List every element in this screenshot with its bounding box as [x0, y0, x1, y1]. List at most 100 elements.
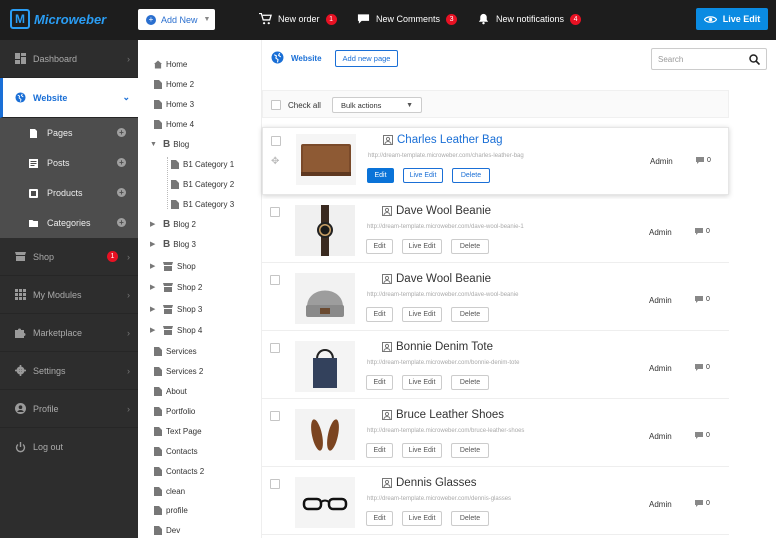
- live-edit-row-button[interactable]: Live Edit: [402, 443, 442, 458]
- row-checkbox[interactable]: [270, 479, 280, 489]
- live-edit-row-button[interactable]: Live Edit: [402, 375, 442, 390]
- caret-right-icon[interactable]: ▶: [150, 326, 158, 334]
- tree-item[interactable]: Home 2: [154, 77, 194, 91]
- new-order-link[interactable]: New order 1: [259, 13, 337, 25]
- tree-item[interactable]: B1 Category 1: [171, 157, 234, 171]
- caret-right-icon[interactable]: ▶: [150, 240, 158, 248]
- tree-item[interactable]: Home 3: [154, 97, 194, 111]
- comment-count[interactable]: 0: [695, 296, 710, 303]
- row-checkbox[interactable]: [270, 411, 280, 421]
- product-row[interactable]: ✥ Charles Leather Bag http://dream-templat…: [262, 127, 729, 195]
- live-edit-row-button[interactable]: Live Edit: [402, 239, 442, 254]
- caret-right-icon[interactable]: ▶: [150, 305, 158, 313]
- caret-down-icon[interactable]: ▼: [150, 141, 158, 148]
- tree-item[interactable]: profile: [154, 503, 188, 517]
- tree-item[interactable]: ▶ Shop 2: [150, 280, 202, 294]
- add-new-page-button[interactable]: Add new page: [335, 50, 398, 67]
- sidebar-subitem-pages[interactable]: Pages +: [0, 118, 138, 148]
- tree-item[interactable]: Contacts 2: [154, 464, 204, 478]
- row-checkbox[interactable]: [270, 275, 280, 285]
- row-checkbox[interactable]: [270, 343, 280, 353]
- delete-button[interactable]: Delete: [451, 239, 489, 254]
- check-all-checkbox[interactable]: [271, 100, 281, 110]
- product-title[interactable]: Dave Wool Beanie: [382, 273, 491, 285]
- product-title[interactable]: Bruce Leather Shoes: [382, 409, 504, 421]
- product-row[interactable]: Bonnie Denim Tote http://dream-template.m…: [262, 335, 729, 399]
- product-title[interactable]: Bonnie Denim Tote: [382, 341, 493, 353]
- new-comments-link[interactable]: New Comments 3: [357, 13, 458, 25]
- row-checkbox[interactable]: [271, 136, 281, 146]
- comment-count[interactable]: 0: [695, 500, 710, 507]
- tree-item[interactable]: ▶ Shop 4: [150, 323, 202, 337]
- comment-count[interactable]: 0: [695, 228, 710, 235]
- caret-right-icon[interactable]: ▶: [150, 283, 158, 291]
- product-image[interactable]: [295, 205, 355, 256]
- add-category-icon[interactable]: +: [117, 218, 126, 227]
- delete-button[interactable]: Delete: [451, 443, 489, 458]
- sidebar-item-dashboard[interactable]: Dashboard ›: [0, 40, 138, 78]
- tree-item[interactable]: Services: [154, 344, 197, 358]
- logo[interactable]: M Microweber: [10, 9, 106, 29]
- sidebar-item-website[interactable]: Website ⌄: [0, 78, 138, 118]
- tree-item[interactable]: ▶ Shop 3: [150, 302, 202, 316]
- tree-item[interactable]: ▶ B Blog 3: [150, 237, 196, 251]
- delete-button[interactable]: Delete: [451, 307, 489, 322]
- product-row[interactable]: Dennis Glasses http://dream-template.micr…: [262, 471, 729, 535]
- product-row[interactable]: Dave Wool Beanie http://dream-template.mi…: [262, 199, 729, 263]
- edit-button[interactable]: Edit: [367, 168, 394, 183]
- tree-item[interactable]: Dev: [154, 523, 180, 537]
- tree-item[interactable]: Home: [154, 57, 187, 71]
- delete-button[interactable]: Delete: [451, 375, 489, 390]
- tree-item[interactable]: Contacts: [154, 444, 198, 458]
- product-title[interactable]: Dennis Glasses: [382, 477, 477, 489]
- comment-count[interactable]: 0: [695, 432, 710, 439]
- edit-button[interactable]: Edit: [366, 307, 393, 322]
- tree-item[interactable]: B1 Category 3: [171, 197, 234, 211]
- product-image[interactable]: [295, 477, 355, 528]
- sidebar-item-logout[interactable]: Log out: [0, 428, 138, 466]
- edit-button[interactable]: Edit: [366, 511, 393, 526]
- sidebar-item-profile[interactable]: Profile ›: [0, 390, 138, 428]
- delete-button[interactable]: Delete: [452, 168, 490, 183]
- product-title[interactable]: Dave Wool Beanie: [382, 205, 491, 217]
- tree-item[interactable]: clean: [154, 484, 185, 498]
- tree-item[interactable]: Services 2: [154, 364, 203, 378]
- sidebar-item-shop[interactable]: Shop 1 ›: [0, 238, 138, 276]
- sidebar-item-my-modules[interactable]: My Modules ›: [0, 276, 138, 314]
- product-image[interactable]: [295, 341, 355, 392]
- edit-button[interactable]: Edit: [366, 375, 393, 390]
- comment-count[interactable]: 0: [696, 157, 711, 164]
- tree-item[interactable]: B1 Category 2: [171, 177, 234, 191]
- edit-button[interactable]: Edit: [366, 443, 393, 458]
- bulk-actions-select[interactable]: Bulk actions ▼: [332, 97, 422, 113]
- sidebar-subitem-posts[interactable]: Posts +: [0, 148, 138, 178]
- tree-item[interactable]: ▶ B Blog 2: [150, 217, 196, 231]
- product-image[interactable]: [295, 409, 355, 460]
- tree-item[interactable]: About: [154, 384, 187, 398]
- product-row[interactable]: Bruce Leather Shoes http://dream-template…: [262, 403, 729, 467]
- search-icon[interactable]: [749, 54, 760, 65]
- tree-item[interactable]: Home 4: [154, 117, 194, 131]
- add-product-icon[interactable]: +: [117, 188, 126, 197]
- tree-item[interactable]: ▶ Shop: [150, 259, 196, 273]
- live-edit-row-button[interactable]: Live Edit: [403, 168, 443, 183]
- product-title[interactable]: Charles Leather Bag: [383, 134, 502, 146]
- edit-button[interactable]: Edit: [366, 239, 393, 254]
- caret-right-icon[interactable]: ▶: [150, 262, 158, 270]
- sidebar-item-settings[interactable]: Settings ›: [0, 352, 138, 390]
- search-input[interactable]: Search: [651, 48, 767, 70]
- sidebar-item-marketplace[interactable]: Marketplace ›: [0, 314, 138, 352]
- live-edit-row-button[interactable]: Live Edit: [402, 307, 442, 322]
- tree-item[interactable]: Portfolio: [154, 404, 195, 418]
- sidebar-subitem-categories[interactable]: Categories +: [0, 208, 138, 238]
- delete-button[interactable]: Delete: [451, 511, 489, 526]
- tree-item[interactable]: Text Page: [154, 424, 202, 438]
- caret-right-icon[interactable]: ▶: [150, 220, 158, 228]
- product-image[interactable]: [296, 134, 356, 185]
- add-post-icon[interactable]: +: [117, 158, 126, 167]
- tree-item[interactable]: ▼ B Blog: [150, 137, 189, 151]
- drag-handle-icon[interactable]: ✥: [271, 156, 279, 167]
- new-notifications-link[interactable]: New notifications 4: [477, 13, 582, 25]
- add-page-icon[interactable]: +: [117, 128, 126, 137]
- sidebar-subitem-products[interactable]: Products +: [0, 178, 138, 208]
